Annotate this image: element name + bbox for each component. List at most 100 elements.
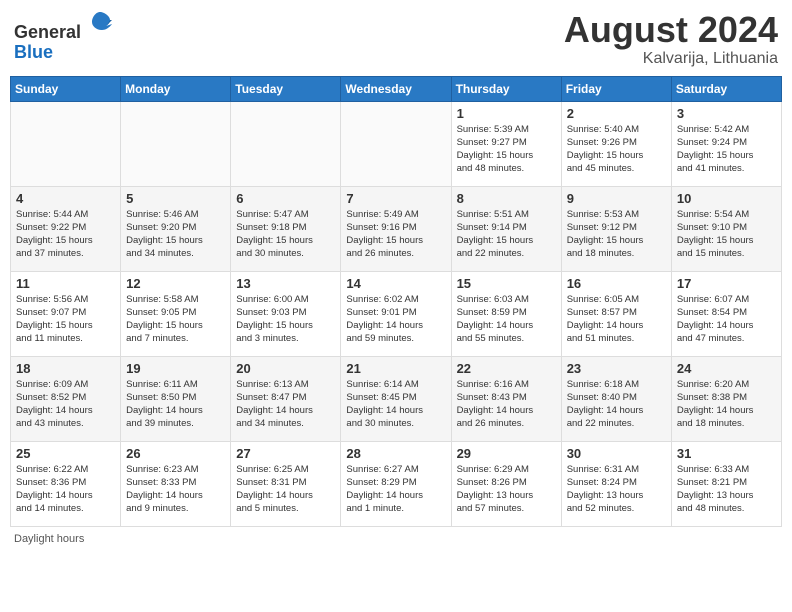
- calendar-cell: 27 Sunrise: 6:25 AM Sunset: 8:31 PM Dayli…: [231, 441, 341, 526]
- calendar-cell: 30 Sunrise: 6:31 AM Sunset: 8:24 PM Dayli…: [561, 441, 671, 526]
- logo-text: General: [14, 10, 112, 43]
- day-info: Sunrise: 6:02 AM Sunset: 9:01 PM Dayligh…: [346, 293, 445, 346]
- day-number: 12: [126, 276, 225, 291]
- day-info: Sunrise: 5:51 AM Sunset: 9:14 PM Dayligh…: [457, 208, 556, 261]
- calendar-cell: 6Sunrise: 5:47 AM Sunset: 9:18 PM Daylig…: [231, 186, 341, 271]
- logo-blue: Blue: [14, 42, 53, 62]
- calendar-cell: 21 Sunrise: 6:14 AM Sunset: 8:45 PM Dayli…: [341, 356, 451, 441]
- day-info: Sunrise: 6:13 AM Sunset: 8:47 PM Dayligh…: [236, 378, 335, 431]
- calendar-cell: 20 Sunrise: 6:13 AM Sunset: 8:47 PM Dayli…: [231, 356, 341, 441]
- day-number: 13: [236, 276, 335, 291]
- day-number: 8: [457, 191, 556, 206]
- day-info: Sunrise: 5:39 AM Sunset: 9:27 PM Dayligh…: [457, 123, 556, 176]
- day-number: 9: [567, 191, 666, 206]
- day-info: Sunrise: 6:33 AM Sunset: 8:21 PM Dayligh…: [677, 463, 776, 516]
- day-info: Sunrise: 6:11 AM Sunset: 8:50 PM Dayligh…: [126, 378, 225, 431]
- day-number: 1: [457, 106, 556, 121]
- day-number: 22: [457, 361, 556, 376]
- calendar-cell: 4 Sunrise: 5:44 AM Sunset: 9:22 PM Daylig…: [11, 186, 121, 271]
- logo: General Blue: [14, 10, 112, 63]
- day-info: Sunrise: 6:27 AM Sunset: 8:29 PM Dayligh…: [346, 463, 445, 516]
- calendar-cell: 18 Sunrise: 6:09 AM Sunset: 8:52 PM Dayli…: [11, 356, 121, 441]
- calendar-cell: 13 Sunrise: 6:00 AM Sunset: 9:03 PM Dayli…: [231, 271, 341, 356]
- day-number: 11: [16, 276, 115, 291]
- month-title: August 2024 Kalvarija, Lithuania: [564, 10, 778, 68]
- week-row-1: 1 Sunrise: 5:39 AM Sunset: 9:27 PM Daylig…: [11, 101, 782, 186]
- calendar-cell: [231, 101, 341, 186]
- calendar-cell: 9Sunrise: 5:53 AM Sunset: 9:12 PM Daylig…: [561, 186, 671, 271]
- day-number: 19: [126, 361, 225, 376]
- week-row-4: 18 Sunrise: 6:09 AM Sunset: 8:52 PM Dayli…: [11, 356, 782, 441]
- day-info: Sunrise: 5:40 AM Sunset: 9:26 PM Dayligh…: [567, 123, 666, 176]
- header-tuesday: Tuesday: [231, 76, 341, 101]
- header-thursday: Thursday: [451, 76, 561, 101]
- day-number: 23: [567, 361, 666, 376]
- logo-general: General: [14, 22, 81, 42]
- day-info: Sunrise: 6:00 AM Sunset: 9:03 PM Dayligh…: [236, 293, 335, 346]
- day-number: 6: [236, 191, 335, 206]
- day-number: 20: [236, 361, 335, 376]
- header-friday: Friday: [561, 76, 671, 101]
- day-number: 15: [457, 276, 556, 291]
- day-info: Sunrise: 5:58 AM Sunset: 9:05 PM Dayligh…: [126, 293, 225, 346]
- day-number: 21: [346, 361, 445, 376]
- day-info: Sunrise: 5:44 AM Sunset: 9:22 PM Dayligh…: [16, 208, 115, 261]
- day-number: 17: [677, 276, 776, 291]
- day-number: 24: [677, 361, 776, 376]
- calendar-cell: 12 Sunrise: 5:58 AM Sunset: 9:05 PM Dayli…: [121, 271, 231, 356]
- day-number: 16: [567, 276, 666, 291]
- calendar-cell: 25Sunrise: 6:22 AM Sunset: 8:36 PM Dayli…: [11, 441, 121, 526]
- daylight-label: Daylight hours: [14, 533, 84, 545]
- day-info: Sunrise: 6:09 AM Sunset: 8:52 PM Dayligh…: [16, 378, 115, 431]
- calendar-cell: 8 Sunrise: 5:51 AM Sunset: 9:14 PM Daylig…: [451, 186, 561, 271]
- calendar-cell: 22 Sunrise: 6:16 AM Sunset: 8:43 PM Dayli…: [451, 356, 561, 441]
- day-info: Sunrise: 6:29 AM Sunset: 8:26 PM Dayligh…: [457, 463, 556, 516]
- day-number: 18: [16, 361, 115, 376]
- day-number: 3: [677, 106, 776, 121]
- header-sunday: Sunday: [11, 76, 121, 101]
- day-number: 27: [236, 446, 335, 461]
- day-number: 2: [567, 106, 666, 121]
- calendar-cell: 28Sunrise: 6:27 AM Sunset: 8:29 PM Dayli…: [341, 441, 451, 526]
- calendar-cell: 10Sunrise: 5:54 AM Sunset: 9:10 PM Dayli…: [671, 186, 781, 271]
- calendar-cell: 7Sunrise: 5:49 AM Sunset: 9:16 PM Daylig…: [341, 186, 451, 271]
- day-info: Sunrise: 6:14 AM Sunset: 8:45 PM Dayligh…: [346, 378, 445, 431]
- calendar-cell: 19 Sunrise: 6:11 AM Sunset: 8:50 PM Dayli…: [121, 356, 231, 441]
- calendar-cell: 24Sunrise: 6:20 AM Sunset: 8:38 PM Dayli…: [671, 356, 781, 441]
- calendar-cell: 16 Sunrise: 6:05 AM Sunset: 8:57 PM Dayli…: [561, 271, 671, 356]
- day-info: Sunrise: 5:42 AM Sunset: 9:24 PM Dayligh…: [677, 123, 776, 176]
- day-info: Sunrise: 6:18 AM Sunset: 8:40 PM Dayligh…: [567, 378, 666, 431]
- day-info: Sunrise: 6:03 AM Sunset: 8:59 PM Dayligh…: [457, 293, 556, 346]
- location: Kalvarija, Lithuania: [564, 50, 778, 68]
- day-info: Sunrise: 5:46 AM Sunset: 9:20 PM Dayligh…: [126, 208, 225, 261]
- calendar-cell: 5 Sunrise: 5:46 AM Sunset: 9:20 PM Daylig…: [121, 186, 231, 271]
- calendar-footer: Daylight hours: [10, 533, 782, 545]
- day-number: 30: [567, 446, 666, 461]
- month-year: August 2024: [564, 10, 778, 50]
- logo-bird-icon: [88, 10, 112, 38]
- day-info: Sunrise: 6:25 AM Sunset: 8:31 PM Dayligh…: [236, 463, 335, 516]
- day-info: Sunrise: 5:54 AM Sunset: 9:10 PM Dayligh…: [677, 208, 776, 261]
- day-number: 29: [457, 446, 556, 461]
- header-saturday: Saturday: [671, 76, 781, 101]
- day-number: 26: [126, 446, 225, 461]
- day-info: Sunrise: 6:16 AM Sunset: 8:43 PM Dayligh…: [457, 378, 556, 431]
- calendar-cell: 1 Sunrise: 5:39 AM Sunset: 9:27 PM Daylig…: [451, 101, 561, 186]
- calendar-cell: 31Sunrise: 6:33 AM Sunset: 8:21 PM Dayli…: [671, 441, 781, 526]
- day-info: Sunrise: 6:07 AM Sunset: 8:54 PM Dayligh…: [677, 293, 776, 346]
- week-row-5: 25Sunrise: 6:22 AM Sunset: 8:36 PM Dayli…: [11, 441, 782, 526]
- day-info: Sunrise: 5:56 AM Sunset: 9:07 PM Dayligh…: [16, 293, 115, 346]
- calendar-cell: 15 Sunrise: 6:03 AM Sunset: 8:59 PM Dayli…: [451, 271, 561, 356]
- calendar-cell: 11 Sunrise: 5:56 AM Sunset: 9:07 PM Dayli…: [11, 271, 121, 356]
- day-number: 14: [346, 276, 445, 291]
- day-info: Sunrise: 6:31 AM Sunset: 8:24 PM Dayligh…: [567, 463, 666, 516]
- page-header: General Blue August 2024 Kalvarija, Lith…: [10, 10, 782, 68]
- week-row-2: 4 Sunrise: 5:44 AM Sunset: 9:22 PM Daylig…: [11, 186, 782, 271]
- calendar-cell: [341, 101, 451, 186]
- calendar-cell: 17 Sunrise: 6:07 AM Sunset: 8:54 PM Dayli…: [671, 271, 781, 356]
- day-number: 4: [16, 191, 115, 206]
- day-number: 5: [126, 191, 225, 206]
- day-info: Sunrise: 6:23 AM Sunset: 8:33 PM Dayligh…: [126, 463, 225, 516]
- day-info: Sunrise: 6:05 AM Sunset: 8:57 PM Dayligh…: [567, 293, 666, 346]
- calendar-cell: 3 Sunrise: 5:42 AM Sunset: 9:24 PM Daylig…: [671, 101, 781, 186]
